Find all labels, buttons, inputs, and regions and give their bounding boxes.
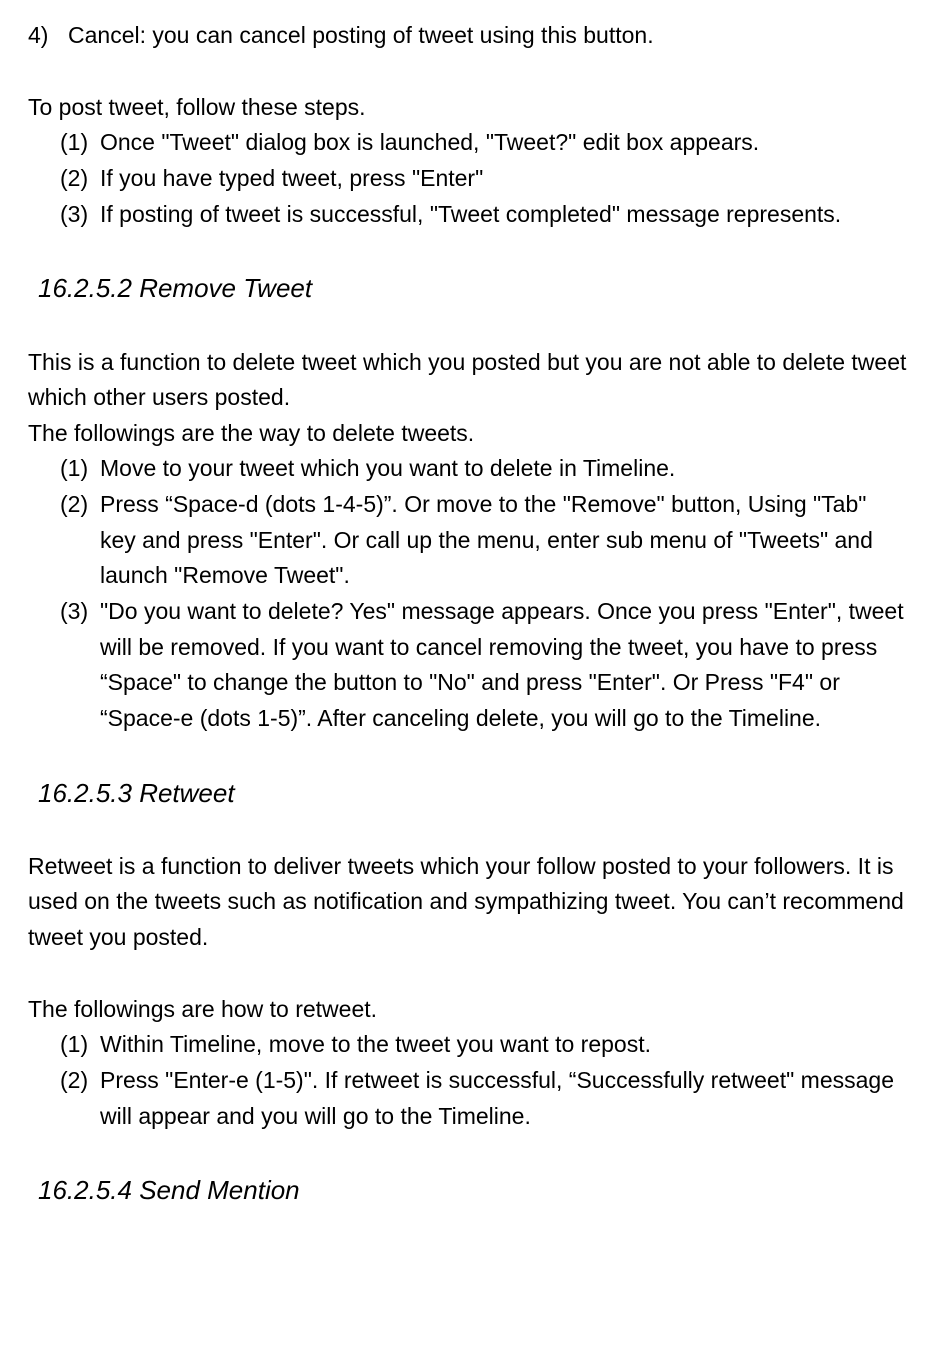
remove-step-2-text: Press “Space-d (dots 1-4-5)”. Or move to… xyxy=(100,487,908,594)
remove-step-1: (1) Move to your tweet which you want to… xyxy=(28,451,908,487)
list-item-4: 4) Cancel: you can cancel posting of twe… xyxy=(28,18,908,54)
remove-step-2-marker: (2) xyxy=(60,487,100,594)
post-step-2: (2) If you have typed tweet, press "Ente… xyxy=(28,161,908,197)
spacer xyxy=(28,813,908,849)
item4-marker: 4) xyxy=(28,18,68,54)
post-step-3: (3) If posting of tweet is successful, "… xyxy=(28,197,908,233)
post-step-1-text: Once "Tweet" dialog box is launched, "Tw… xyxy=(100,125,759,161)
remove-p2: The followings are the way to delete twe… xyxy=(28,416,908,452)
remove-step-3-marker: (3) xyxy=(60,594,100,737)
post-intro: To post tweet, follow these steps. xyxy=(28,90,908,126)
retweet-p2: The followings are how to retweet. xyxy=(28,992,908,1028)
post-step-1: (1) Once "Tweet" dialog box is launched,… xyxy=(28,125,908,161)
heading-retweet: 16.2.5.3 Retweet xyxy=(28,773,908,813)
post-step-3-text: If posting of tweet is successful, "Twee… xyxy=(100,197,841,233)
spacer xyxy=(28,956,908,992)
remove-step-2: (2) Press “Space-d (dots 1-4-5)”. Or mov… xyxy=(28,487,908,594)
retweet-step-1-marker: (1) xyxy=(60,1027,100,1063)
post-step-2-text: If you have typed tweet, press "Enter" xyxy=(100,161,483,197)
spacer xyxy=(28,54,908,90)
post-step-1-marker: (1) xyxy=(60,125,100,161)
item4-text: Cancel: you can cancel posting of tweet … xyxy=(68,18,654,54)
spacer xyxy=(28,232,908,268)
remove-step-1-text: Move to your tweet which you want to del… xyxy=(100,451,675,487)
retweet-step-1-text: Within Timeline, move to the tweet you w… xyxy=(100,1027,651,1063)
retweet-step-2-marker: (2) xyxy=(60,1063,100,1134)
spacer xyxy=(28,1134,908,1170)
spacer xyxy=(28,737,908,773)
remove-p1: This is a function to delete tweet which… xyxy=(28,345,908,416)
retweet-p1: Retweet is a function to deliver tweets … xyxy=(28,849,908,956)
heading-remove-tweet: 16.2.5.2 Remove Tweet xyxy=(28,268,908,308)
remove-step-3-text: "Do you want to delete? Yes" message app… xyxy=(100,594,908,737)
retweet-step-2-text: Press "Enter-e (1-5)". If retweet is suc… xyxy=(100,1063,908,1134)
post-step-2-marker: (2) xyxy=(60,161,100,197)
retweet-step-2: (2) Press "Enter-e (1-5)". If retweet is… xyxy=(28,1063,908,1134)
remove-step-3: (3) "Do you want to delete? Yes" message… xyxy=(28,594,908,737)
spacer xyxy=(28,309,908,345)
heading-send-mention: 16.2.5.4 Send Mention xyxy=(28,1170,908,1210)
remove-step-1-marker: (1) xyxy=(60,451,100,487)
retweet-step-1: (1) Within Timeline, move to the tweet y… xyxy=(28,1027,908,1063)
post-step-3-marker: (3) xyxy=(60,197,100,233)
